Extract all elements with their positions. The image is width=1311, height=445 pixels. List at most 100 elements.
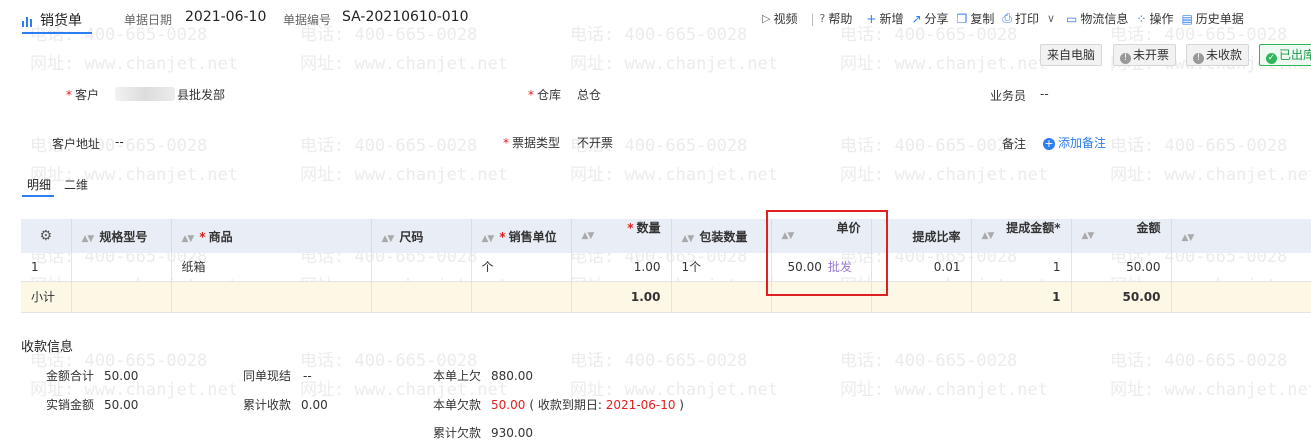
warehouse-label: * 仓库 xyxy=(528,88,562,102)
sort-icon: ▲▼ xyxy=(1181,233,1195,243)
source-tag: 来自电脑 xyxy=(1040,44,1103,66)
sales-amount: 实销金额 50.00 xyxy=(46,398,139,412)
customer-field[interactable]: 县批发部 xyxy=(115,86,225,103)
share-button[interactable]: ↗ 分享 xyxy=(911,10,948,27)
document-title: 销货单 xyxy=(40,13,82,29)
required-mark: * xyxy=(199,229,206,244)
document-tab[interactable]: 销货单 xyxy=(22,10,82,30)
row-index: 1 xyxy=(21,253,72,282)
prev-owed: 本单上欠 880.00 xyxy=(433,369,534,383)
subtotal-cell xyxy=(471,281,572,313)
salesman-label: 业务员 xyxy=(990,89,1027,103)
gear-icon[interactable]: ⚙ xyxy=(39,228,52,244)
warehouse-field[interactable]: 总仓 xyxy=(577,86,601,103)
column-size[interactable]: ▲▼ 尺码 xyxy=(371,219,472,253)
cell-size[interactable] xyxy=(371,253,472,282)
table-row[interactable]: 1 纸箱 个 1.00 1个 50.00 批发 0.01 1 50.00 xyxy=(21,253,1311,282)
cell-qty[interactable]: 1.00 xyxy=(571,253,672,282)
column-unit[interactable]: ▲▼ * 销售单位 xyxy=(471,219,572,253)
column-pack-qty[interactable]: ▲▼ 包装数量 xyxy=(671,219,772,253)
grid-header-row: ⚙ ▲▼ 规格型号 ▲▼ * 商品 ▲▼ 尺码 ▲▼ * 销售单位 ▲▼ * 数量 ▲▼ 包装数量… xyxy=(21,219,1311,253)
watermark-site: 网址: www.chanjet.net xyxy=(300,54,508,74)
toolbar: ▷ 视频 | ? 帮助 + 新增 ↗ 分享 ❐ 复制 ⎙ 打印 ∨ ▭ 物流信息 ⁘ 操作 ▤ 历史… xyxy=(762,10,1252,27)
operate-button[interactable]: ⁘ 操作 xyxy=(1136,10,1173,27)
subtotal-cell xyxy=(171,281,372,313)
cumulative-received: 累计收款 0.00 xyxy=(243,398,328,412)
status-dot-icon: ! xyxy=(1120,53,1131,64)
column-qty[interactable]: ▲▼ * 数量 xyxy=(571,219,672,253)
title-underline xyxy=(22,32,92,34)
sort-icon: ▲▼ xyxy=(681,233,695,244)
ticket-type-field[interactable]: 不开票 xyxy=(577,134,613,151)
watermark-site: 网址: www.chanjet.net xyxy=(840,54,1048,74)
salesman-field[interactable]: -- xyxy=(1040,87,1049,101)
plus-icon: + xyxy=(866,11,877,26)
watermark-site: 网址: www.chanjet.net xyxy=(570,54,778,74)
sort-icon: ▲▼ xyxy=(481,233,495,244)
column-spec[interactable]: ▲▼ 规格型号 xyxy=(71,219,172,253)
sort-icon: ▲▼ xyxy=(81,233,95,244)
sort-icon: ▲▼ xyxy=(981,231,995,241)
column-settings[interactable]: ⚙ xyxy=(21,219,72,253)
bar-chart-icon xyxy=(22,13,36,27)
tab-matrix[interactable]: 二维 xyxy=(64,176,88,193)
truck-icon: ▭ xyxy=(1066,11,1078,26)
document-icon: ▤ xyxy=(1181,11,1193,26)
help-icon: ? xyxy=(819,12,826,25)
cell-product[interactable]: 纸箱 xyxy=(171,253,372,282)
watermark-site: 网址: www.chanjet.net xyxy=(30,54,238,74)
print-button[interactable]: ⎙ 打印 ∨ xyxy=(1002,10,1058,27)
play-icon: ▷ xyxy=(762,12,771,25)
ticket-type-label: * 票据类型 xyxy=(503,136,561,150)
column-amount[interactable]: ▲▼ 金额 xyxy=(1071,219,1172,253)
address-field[interactable]: -- xyxy=(115,135,124,149)
address-label: 客户地址 xyxy=(52,137,101,151)
subtotal-cell xyxy=(1171,281,1311,313)
chevron-down-icon[interactable]: ∨ xyxy=(1047,12,1055,25)
customer-label: * 客户 xyxy=(66,88,100,102)
cell-amount[interactable]: 50.00 xyxy=(1071,253,1172,282)
watermark-phone: 电话: 400-665-0028 xyxy=(1110,351,1288,371)
cell-unit[interactable]: 个 xyxy=(471,253,572,282)
document-header: 销货单 单据日期 2021-06-10 单据编号 SA-20210610-010… xyxy=(0,0,1311,36)
sort-icon: ▲▼ xyxy=(381,233,395,244)
column-extra[interactable]: ▲▼ xyxy=(1171,219,1311,253)
subtotal-commission: 1 xyxy=(971,281,1072,313)
required-mark: * xyxy=(528,88,534,102)
copy-button[interactable]: ❐ 复制 xyxy=(957,10,995,27)
subtotal-cell xyxy=(671,281,772,313)
doc-no-value: SA-20210610-010 xyxy=(342,9,469,25)
subtotal-qty: 1.00 xyxy=(571,281,672,313)
column-commission[interactable]: ▲▼ 提成金额* xyxy=(971,219,1072,253)
add-note-link[interactable]: + 添加备注 xyxy=(1043,134,1106,151)
divider: | xyxy=(810,11,815,26)
current-owed: 本单欠款 50.00( 收款到期日: 2021-06-10 ) xyxy=(433,398,684,412)
due-date: 2021-06-10 xyxy=(605,398,676,412)
date-label: 单据日期 xyxy=(124,13,173,27)
subtotal-cell xyxy=(71,281,172,313)
watermark-site: 网址: www.chanjet.net xyxy=(1110,380,1311,400)
help-button[interactable]: ? 帮助 xyxy=(820,10,853,27)
doc-no-label: 单据编号 xyxy=(283,13,332,27)
copy-icon: ❐ xyxy=(956,11,968,26)
watermark-phone: 电话: 400-665-0028 xyxy=(840,351,1018,371)
column-product[interactable]: ▲▼ * 商品 xyxy=(171,219,372,253)
tab-detail[interactable]: 明细 xyxy=(27,176,51,193)
cell-commission[interactable]: 1 xyxy=(971,253,1072,282)
subtotal-amount: 50.00 xyxy=(1071,281,1172,313)
watermark-site: 网址: www.chanjet.net xyxy=(840,380,1048,400)
cell-pack-qty[interactable]: 1个 xyxy=(671,253,772,282)
watermark-site: 网址: www.chanjet.net xyxy=(570,165,778,185)
active-tab-indicator xyxy=(22,195,54,197)
subtotal-row: 小计 1.00 1 50.00 xyxy=(21,281,1311,313)
logistics-button[interactable]: ▭ 物流信息 xyxy=(1066,10,1128,27)
cell-extra[interactable] xyxy=(1171,253,1311,282)
share-icon: ↗ xyxy=(911,11,922,26)
cell-spec[interactable] xyxy=(71,253,172,282)
collect-status-tag: ! 未收款 xyxy=(1186,44,1250,66)
watermark-phone: 电话: 400-665-0028 xyxy=(1110,136,1288,156)
video-button[interactable]: ▷ 视频 xyxy=(762,10,797,27)
history-button[interactable]: ▤ 历史单据 xyxy=(1181,10,1243,27)
outbound-status-tag: ✓ 已出库 xyxy=(1259,44,1311,66)
add-button[interactable]: + 新增 xyxy=(866,10,903,27)
